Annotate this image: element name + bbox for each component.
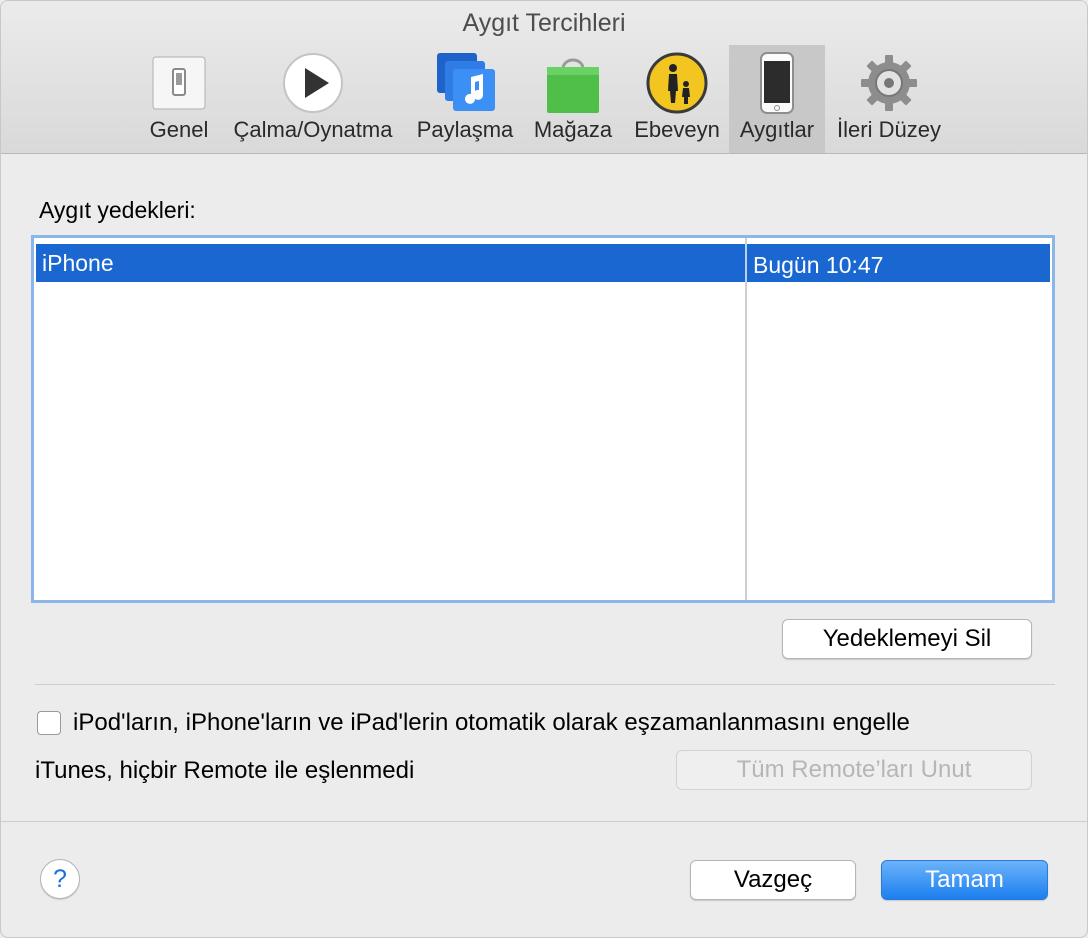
prevent-sync-checkbox[interactable] xyxy=(37,711,61,735)
tab-store[interactable]: Mağaza xyxy=(527,45,619,153)
tab-playback[interactable]: Çalma/Oynatma xyxy=(225,45,401,153)
backup-date-cell: Bugün 10:47 xyxy=(753,252,884,278)
footer-divider xyxy=(1,821,1087,822)
ok-button[interactable]: Tamam xyxy=(881,860,1048,900)
tab-label: Genel xyxy=(149,117,209,142)
cancel-button[interactable]: Vazgeç xyxy=(690,860,856,900)
tab-sharing[interactable]: Paylaşma xyxy=(409,45,521,153)
parental-icon xyxy=(646,52,708,114)
toolbar: Aygıt Tercihleri Genel Çalma/Oynatma Pay… xyxy=(1,1,1087,154)
tab-label: Aygıtlar xyxy=(739,117,815,142)
column-divider xyxy=(745,244,747,282)
tab-genel[interactable]: Genel xyxy=(139,45,219,153)
tab-label: Ebeveyn xyxy=(634,117,720,142)
remote-status-text: iTunes, hiçbir Remote ile eşlenmedi xyxy=(35,757,415,784)
backups-label: Aygıt yedekleri: xyxy=(39,197,196,223)
table-row[interactable]: iPhone Bugün 10:47 xyxy=(36,244,1050,282)
column-divider xyxy=(745,238,747,600)
forget-remotes-button[interactable]: Tüm Remote’ları Unut xyxy=(676,750,1032,790)
switch-icon xyxy=(152,56,206,110)
tab-label: İleri Düzey xyxy=(837,117,941,142)
help-button[interactable]: ? xyxy=(40,859,80,899)
prevent-sync-label[interactable]: iPod'ların, iPhone'ların ve iPad'lerin o… xyxy=(73,709,910,737)
tab-label: Çalma/Oynatma xyxy=(233,117,393,142)
play-icon xyxy=(283,53,343,113)
preferences-window: Aygıt Tercihleri Genel Çalma/Oynatma Pay… xyxy=(0,0,1088,938)
delete-backup-button[interactable]: Yedeklemeyi Sil xyxy=(782,619,1032,659)
iphone-icon xyxy=(760,52,794,114)
divider xyxy=(35,684,1055,685)
music-share-icon xyxy=(437,53,495,111)
gear-icon xyxy=(861,55,917,111)
tab-parental[interactable]: Ebeveyn xyxy=(625,45,729,153)
tab-label: Mağaza xyxy=(533,117,613,142)
tab-label: Paylaşma xyxy=(416,117,514,142)
tab-advanced[interactable]: İleri Düzey xyxy=(831,45,947,153)
tab-devices[interactable]: Aygıtlar xyxy=(729,45,825,153)
backups-table[interactable]: iPhone Bugün 10:47 xyxy=(31,235,1055,603)
device-name-cell: iPhone xyxy=(42,250,114,276)
shopping-bag-icon xyxy=(547,58,599,113)
window-title: Aygıt Tercihleri xyxy=(462,9,626,37)
